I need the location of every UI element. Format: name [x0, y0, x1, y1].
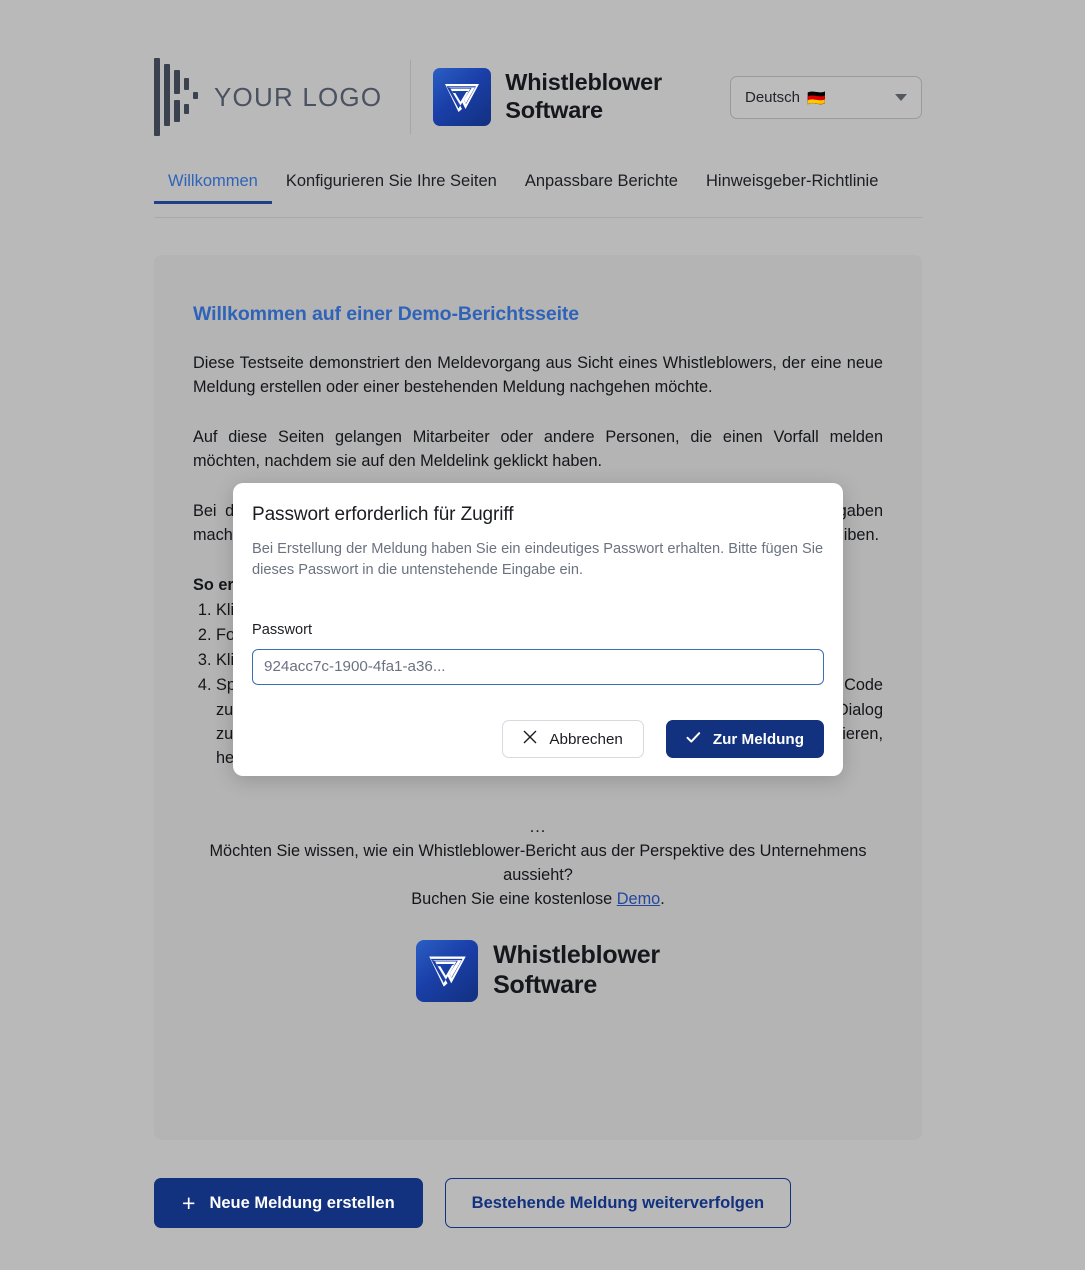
language-label: Deutsch — [745, 89, 801, 106]
wbs-wordmark-line1: Whistleblower — [493, 941, 660, 970]
tab-willkommen[interactable]: Willkommen — [154, 172, 272, 204]
dialog-description: Bei Erstellung der Meldung haben Sie ein… — [252, 541, 824, 579]
tab-konfigurieren[interactable]: Konfigurieren Sie Ihre Seiten — [272, 172, 511, 203]
chevron-down-icon — [895, 94, 907, 101]
demo-promo-question: Möchten Sie wissen, wie ein Whistleblowe… — [209, 841, 867, 884]
ellipsis-separator: ... — [529, 817, 547, 836]
demo-promo-cta: Buchen Sie eine kostenlose Demo. — [193, 888, 883, 912]
site-header: YOUR LOGO Whistleblower Software Deutsch… — [154, 50, 922, 144]
demo-link[interactable]: Demo — [617, 890, 660, 908]
wbs-wordmark-line1: Whistleblower — [505, 69, 662, 96]
demo-promo-cta-post: . — [660, 889, 665, 908]
dialog-title: Passwort erforderlich für Zugriff — [252, 504, 514, 525]
cancel-button[interactable]: Abbrechen — [502, 720, 644, 758]
close-icon — [523, 730, 537, 747]
bars-logo-icon — [154, 56, 200, 138]
password-required-dialog: Passwort erforderlich für Zugriff Bei Er… — [233, 483, 843, 776]
password-field-label: Passwort — [252, 621, 313, 638]
check-icon — [686, 731, 701, 747]
whistleblower-software-logo: Whistleblower Software — [433, 68, 662, 126]
customer-logo: YOUR LOGO — [154, 56, 382, 138]
dialog-actions: Abbrechen Zur Meldung — [502, 720, 824, 758]
wbs-wordmark-line2: Software — [493, 970, 598, 999]
intro-paragraph-2: Auf diese Seiten gelangen Mitarbeiter od… — [193, 427, 883, 471]
page-title: Willkommen auf einer Demo-Berichtsseite — [193, 303, 580, 325]
customer-logo-text: YOUR LOGO — [214, 81, 383, 112]
tab-hinweisgeber-richtlinie[interactable]: Hinweisgeber-Richtlinie — [692, 172, 892, 203]
wbs-badge-icon — [416, 939, 479, 1002]
wbs-wordmark: Whistleblower Software — [505, 69, 662, 124]
confirm-button[interactable]: Zur Meldung — [665, 720, 824, 758]
german-flag-icon: 🇩🇪 — [807, 89, 826, 107]
demo-promo: ... Möchten Sie wissen, wie ein Whistleb… — [193, 816, 883, 912]
wbs-wordmark-line2: Software — [505, 97, 603, 123]
confirm-button-label: Zur Meldung — [712, 730, 804, 748]
plus-icon: + — [182, 1189, 196, 1216]
tab-anpassbare-berichte[interactable]: Anpassbare Berichte — [511, 172, 692, 203]
demo-promo-cta-pre: Buchen Sie eine kostenlose — [411, 889, 617, 908]
action-bar: + Neue Meldung erstellen Bestehende Meld… — [154, 1178, 792, 1228]
wbs-wordmark: Whistleblower Software — [493, 941, 660, 1000]
follow-report-button-label: Bestehende Meldung weiterverfolgen — [471, 1193, 765, 1212]
new-report-button[interactable]: + Neue Meldung erstellen — [154, 1178, 423, 1228]
footer-whistleblower-logo: Whistleblower Software — [193, 939, 883, 1002]
wbs-badge-icon — [433, 68, 492, 126]
password-input[interactable] — [252, 648, 824, 685]
page-root: YOUR LOGO Whistleblower Software Deutsch… — [0, 0, 1085, 1270]
intro-paragraph-1: Diese Testseite demonstriert den Meldevo… — [193, 354, 883, 397]
main-tabs: Willkommen Konfigurieren Sie Ihre Seiten… — [154, 172, 922, 218]
language-selector[interactable]: Deutsch 🇩🇪 — [730, 76, 922, 119]
header-divider — [410, 60, 412, 134]
new-report-button-label: Neue Meldung erstellen — [209, 1193, 395, 1212]
follow-report-button[interactable]: Bestehende Meldung weiterverfolgen — [444, 1178, 792, 1228]
cancel-button-label: Abbrechen — [549, 730, 623, 748]
